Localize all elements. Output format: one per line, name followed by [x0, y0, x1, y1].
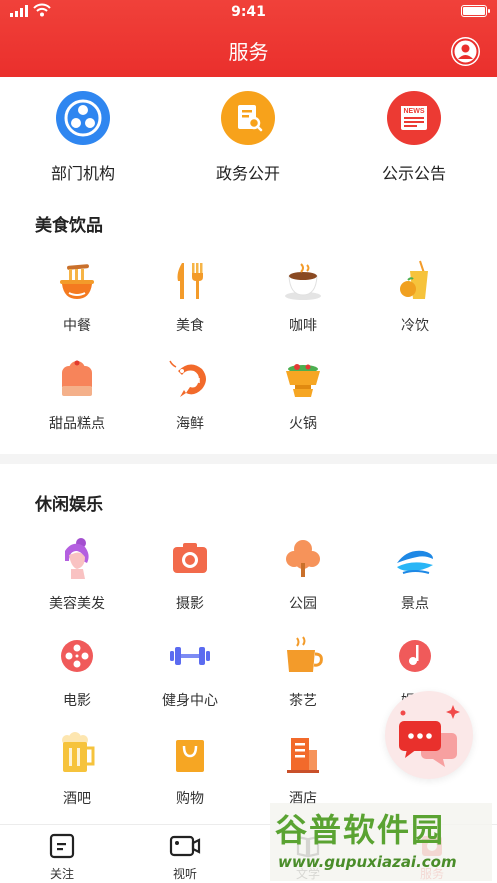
org-icon [56, 91, 110, 145]
quick-link-label: 部门机构 [50, 164, 115, 183]
grid-item-label: 茶艺 [289, 693, 317, 709]
page-title: 服务 [228, 40, 269, 64]
video-icon [169, 835, 201, 857]
quick-link-departments[interactable]: 部门机构 [3, 85, 163, 184]
grid-item-label: 摄影 [176, 596, 204, 612]
tree-icon [281, 537, 325, 581]
document-search-icon [221, 91, 275, 145]
shopping-bag-icon [168, 732, 212, 776]
tea-cup-icon [281, 634, 325, 678]
grid-item-desserts[interactable]: 甜品糕点 [17, 357, 137, 433]
scenic-icon [393, 537, 437, 581]
grid-item-label: 景点 [401, 596, 429, 612]
grid-item-fitness[interactable]: 健身中心 [130, 634, 250, 710]
watermark-brand: 谷普软件园 [275, 811, 446, 849]
section-title-leisure: 休闲娱乐 [35, 495, 103, 515]
grid-item-movie[interactable]: 电影 [17, 634, 137, 710]
floating-chat-button[interactable] [385, 691, 473, 779]
film-reel-icon [55, 634, 99, 678]
tab-label: 视听 [172, 867, 197, 881]
hotel-icon [281, 732, 325, 776]
grid-item-label: 酒吧 [63, 791, 91, 807]
grid-item-label: 购物 [176, 791, 204, 807]
cold-drink-icon [393, 259, 437, 303]
grid-item-hotel[interactable]: 酒店 [243, 732, 363, 808]
news-icon: NEWS [387, 91, 441, 145]
tab-label: 关注 [49, 867, 74, 881]
grid-item-label: 火锅 [289, 416, 317, 432]
grid-item-label: 电影 [63, 693, 91, 709]
grid-item-label: 公园 [289, 596, 317, 612]
user-profile-icon[interactable] [451, 37, 480, 66]
grid-item-shopping[interactable]: 购物 [130, 732, 250, 808]
music-note-icon [393, 634, 437, 678]
grid-item-hotpot[interactable]: 火锅 [243, 357, 363, 433]
chat-bubble-icon [399, 705, 460, 767]
hotpot-icon [281, 357, 325, 401]
grid-item-label: 咖啡 [289, 318, 317, 334]
grid-item-cold-drinks[interactable]: 冷饮 [355, 259, 475, 335]
grid-item-label: 健身中心 [162, 693, 218, 709]
status-time: 9:41 [231, 4, 266, 20]
grid-item-label: 美容美发 [49, 596, 105, 612]
grid-item-gourmet[interactable]: 美食 [130, 259, 250, 335]
camera-icon [168, 537, 212, 581]
section-divider [0, 454, 497, 464]
quick-link-label: 政务公开 [215, 164, 280, 183]
tab-media[interactable]: 视听 [145, 833, 225, 882]
grid-item-seafood[interactable]: 海鲜 [130, 357, 250, 433]
watermark-overlay: 谷普软件园 www.gupuxiazai.com [270, 803, 492, 881]
quick-link-label: 公示公告 [381, 164, 446, 183]
grid-item-label: 甜品糕点 [49, 416, 105, 432]
grid-item-label: 中餐 [63, 318, 91, 334]
section-title-food: 美食饮品 [35, 216, 103, 236]
beauty-icon [55, 537, 99, 581]
beer-icon [55, 732, 99, 776]
coffee-cup-icon [281, 259, 325, 303]
shrimp-icon [168, 357, 212, 401]
grid-item-scenic[interactable]: 景点 [355, 537, 475, 613]
quick-link-government[interactable]: 政务公开 [168, 85, 328, 184]
battery-icon [461, 5, 490, 17]
noodle-bowl-icon [55, 259, 99, 303]
grid-item-label: 海鲜 [176, 416, 204, 432]
note-icon [49, 833, 75, 859]
grid-item-tea[interactable]: 茶艺 [243, 634, 363, 710]
grid-item-park[interactable]: 公园 [243, 537, 363, 613]
grid-item-coffee[interactable]: 咖啡 [243, 259, 363, 335]
grid-item-chinese-food[interactable]: 中餐 [17, 259, 137, 335]
app-header: 9:41 服务 [0, 0, 497, 77]
quick-link-announcements[interactable]: NEWS 公示公告 [334, 85, 494, 184]
watermark-url: www.gupuxiazai.com [278, 853, 457, 871]
grid-item-bar[interactable]: 酒吧 [17, 732, 137, 808]
fork-knife-icon [168, 259, 212, 303]
dumbbell-icon [168, 634, 212, 678]
grid-item-label: 冷饮 [401, 318, 429, 334]
quick-links: 部门机构 政务公开 NEWS 公示公告 [0, 85, 497, 190]
grid-item-photography[interactable]: 摄影 [130, 537, 250, 613]
news-badge-text: NEWS [404, 108, 425, 115]
cake-icon [55, 357, 99, 401]
status-bar: 9:41 [0, 0, 497, 24]
grid-item-beauty[interactable]: 美容美发 [17, 537, 137, 613]
grid-item-label: 美食 [176, 318, 204, 334]
tab-follow[interactable]: 关注 [22, 833, 102, 882]
